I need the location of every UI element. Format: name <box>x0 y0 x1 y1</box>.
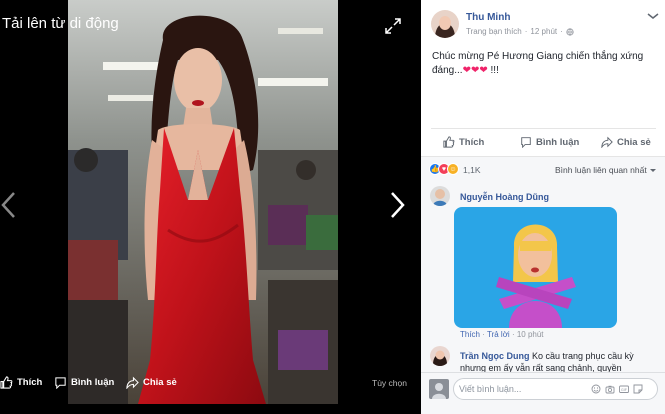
post-text-line2: đáng... <box>432 65 463 76</box>
theater-share-button[interactable]: Chia sẻ <box>126 376 177 389</box>
comment-meta: Thích · Trả lời · 10 phút <box>460 330 544 339</box>
comment-icon <box>55 377 66 389</box>
theater-action-bar: Thích Bình luận Chia sẻ Tùy chọn <box>0 376 421 390</box>
theater-share-label: Chia sẻ <box>143 377 177 388</box>
current-user-avatar <box>429 379 449 399</box>
globe-icon <box>566 27 574 36</box>
comment-icon <box>521 137 531 148</box>
post-actions-bar: Thích Bình luận Chia sẻ <box>431 128 656 156</box>
like-label: Thích <box>459 136 485 148</box>
post-text-line1: Chúc mừng Pé Hương Giang chiến thắng xứn… <box>432 51 644 62</box>
share-icon <box>126 376 139 389</box>
comment-gif[interactable] <box>454 207 617 328</box>
previous-photo-arrow-icon[interactable] <box>0 190 18 220</box>
author-avatar[interactable] <box>431 10 459 38</box>
caret-down-icon <box>649 168 656 172</box>
reaction-count[interactable]: 1,1K <box>463 165 481 175</box>
comment-sort-label: Bình luận liên quan nhất <box>555 165 647 175</box>
comment-author[interactable]: Nguyễn Hoàng Dũng <box>460 192 549 202</box>
photo[interactable] <box>68 0 338 404</box>
comment-time[interactable]: 10 phút <box>517 330 544 339</box>
emoji-icon[interactable] <box>591 384 601 394</box>
share-label: Chia sẻ <box>617 136 651 148</box>
options-link[interactable]: Tùy chọn <box>372 378 407 388</box>
post-text-line2-wrap: đáng...❤❤❤ !!! <box>432 64 657 78</box>
author-name[interactable]: Thu Minh <box>466 12 510 23</box>
comment-sort-dropdown[interactable]: Bình luận liên quan nhất <box>555 165 656 175</box>
post-text-suffix: !!! <box>487 65 499 76</box>
post-time[interactable]: 12 phút <box>530 27 557 36</box>
comment-reply-link[interactable]: Trả lời <box>487 330 510 339</box>
next-photo-arrow-icon[interactable] <box>388 190 406 220</box>
haha-reaction-icon: ☺ <box>447 163 459 175</box>
comment-body: Trần Ngọc Dung Ko cầu trang phục cầu kỳ <box>460 351 660 361</box>
sticker-icon[interactable] <box>633 384 643 394</box>
expand-icon[interactable] <box>385 18 401 34</box>
meta-separator: · <box>524 27 528 36</box>
photo-theater: Tải lên từ di động Thích Bình luận Chia … <box>0 0 421 414</box>
camera-icon[interactable] <box>605 384 615 394</box>
comment-composer: GIF <box>421 372 665 414</box>
thumbs-up-icon <box>0 376 13 389</box>
theater-comment-label: Bình luận <box>71 377 115 388</box>
heart-emoji-icons: ❤❤❤ <box>462 65 488 76</box>
comment-author[interactable]: Trần Ngọc Dung <box>460 351 530 361</box>
share-button[interactable]: Chia sẻ <box>601 136 651 148</box>
thumbs-up-icon <box>443 136 455 148</box>
comment-button[interactable]: Bình luận <box>520 136 579 148</box>
post-menu-chevron-icon[interactable] <box>646 12 660 20</box>
gif-icon[interactable]: GIF <box>619 384 629 394</box>
theater-like-label: Thích <box>17 377 43 388</box>
comment-avatar[interactable] <box>430 186 450 206</box>
comment-label: Bình luận <box>536 136 580 148</box>
svg-text:GIF: GIF <box>621 388 628 392</box>
share-icon <box>601 136 613 148</box>
album-title: Tải lên từ di động <box>2 15 119 32</box>
theater-comment-button[interactable]: Bình luận <box>54 376 114 389</box>
comment-avatar[interactable] <box>430 346 450 366</box>
comment-like-link[interactable]: Thích <box>460 330 480 339</box>
like-button[interactable]: Thích <box>443 136 484 148</box>
post-meta-prefix: Trang bạn thích <box>466 27 522 36</box>
post-text: Chúc mừng Pé Hương Giang chiến thắng xứn… <box>432 50 657 78</box>
meta-separator: · <box>560 27 563 36</box>
theater-like-button[interactable]: Thích <box>0 376 42 389</box>
post-meta: Trang bạn thích · 12 phút · <box>466 27 574 36</box>
photo-image <box>68 0 338 404</box>
comment-text-line1: Ko cầu trang phục cầu kỳ <box>532 351 634 361</box>
reaction-icons[interactable]: 👍 ♥ ☺ <box>429 163 459 175</box>
